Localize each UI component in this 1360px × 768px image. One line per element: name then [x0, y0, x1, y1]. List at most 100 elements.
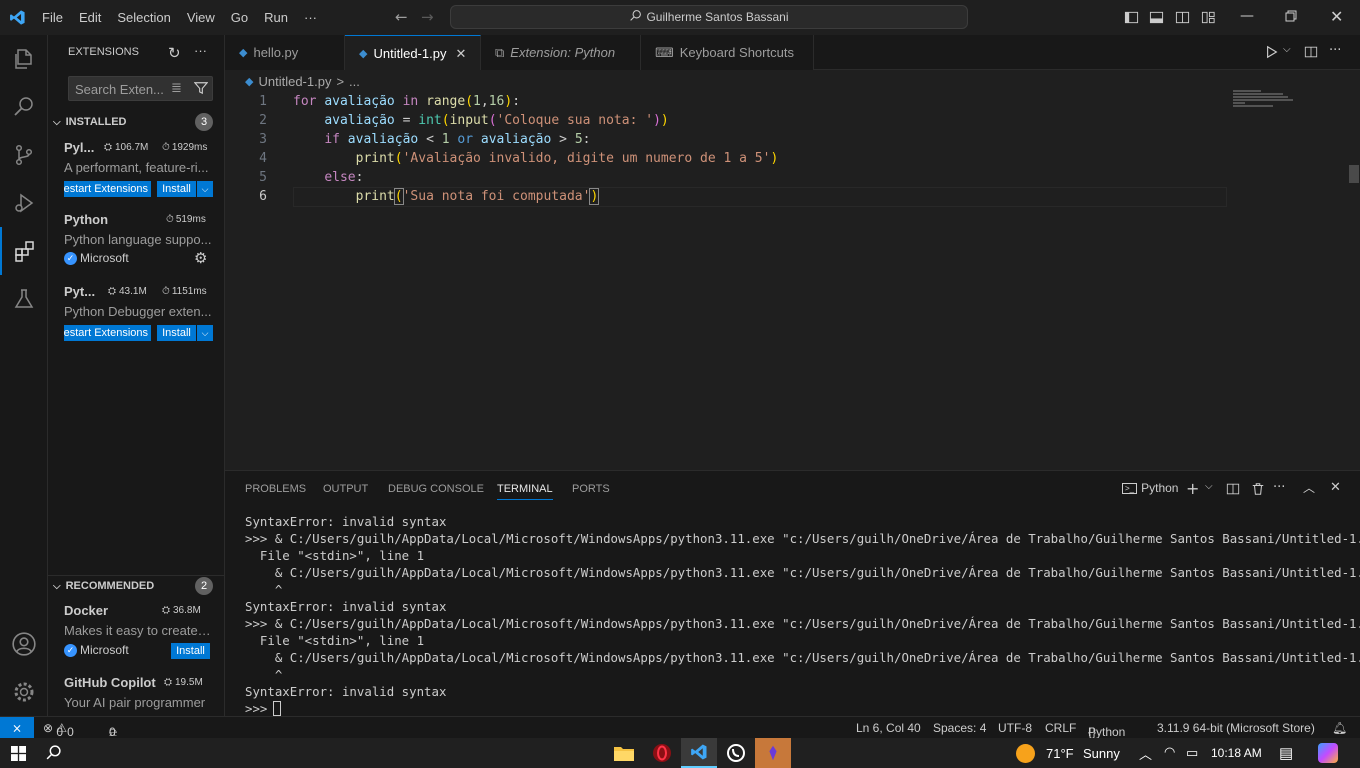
errors-indicator[interactable]: ⊗ 0 ⚠ 0	[43, 721, 74, 739]
install-button[interactable]: Install	[171, 643, 210, 659]
opera-gx-taskbar-icon[interactable]	[645, 738, 679, 768]
forward-arrow-icon[interactable]: →	[421, 8, 434, 26]
extension-search-input[interactable]: Search Exten... ≣	[68, 76, 213, 101]
installed-section-header[interactable]: ⌵ INSTALLED 3	[48, 111, 224, 133]
back-arrow-icon[interactable]: ←	[395, 8, 408, 26]
tab-keyboard-shortcuts[interactable]: ⌨ Keyboard Shortcuts	[641, 35, 814, 70]
vscode-taskbar-icon[interactable]	[681, 738, 717, 768]
run-debug-icon[interactable]	[0, 179, 48, 227]
indentation[interactable]: Spaces: 4	[933, 721, 986, 735]
toggle-panel-icon[interactable]	[1149, 10, 1164, 29]
maximize-panel-chevron-up-icon[interactable]: ︿	[1303, 479, 1315, 496]
wifi-icon[interactable]: ◠	[1164, 744, 1175, 760]
end-of-line[interactable]: CRLF	[1045, 721, 1076, 735]
minimap[interactable]	[1233, 90, 1303, 107]
tab-extension-python[interactable]: ⧉ Extension: Python	[481, 35, 641, 70]
search-view-icon[interactable]	[0, 83, 48, 131]
copilot-icon[interactable]	[1318, 743, 1338, 763]
install-button[interactable]: Install	[157, 325, 196, 341]
terminal-line: SyntaxError: invalid syntax	[245, 684, 447, 699]
recommended-section-header[interactable]: ⌵ RECOMMENDED 2	[48, 575, 224, 597]
clear-filter-icon[interactable]: ≣	[171, 80, 182, 96]
customize-layout-icon[interactable]	[1201, 10, 1216, 29]
extensions-view-icon[interactable]	[0, 227, 48, 275]
windows-start-icon[interactable]	[11, 746, 26, 764]
breadcrumb-file[interactable]: Untitled-1.py	[258, 74, 331, 89]
split-editor-icon[interactable]	[1304, 45, 1318, 63]
split-terminal-icon[interactable]	[1226, 482, 1240, 500]
manage-gear-icon[interactable]: ⚙	[194, 249, 207, 267]
python-interpreter[interactable]: 3.11.9 64-bit (Microsoft Store)	[1157, 721, 1315, 735]
close-tab-icon[interactable]: ✕	[455, 46, 466, 62]
breadcrumb-symbol[interactable]: ...	[349, 74, 360, 89]
panel-tab-ports[interactable]: PORTS	[572, 483, 610, 495]
more-actions-icon[interactable]: ···	[194, 43, 207, 58]
extension-item-docker[interactable]: Docker ⛭ 36.8M Makes it easy to create, .…	[48, 603, 224, 663]
install-button[interactable]: Install	[157, 181, 196, 197]
menu-edit[interactable]: Edit	[71, 10, 109, 25]
testing-flask-icon[interactable]	[0, 275, 48, 323]
whatsapp-taskbar-icon[interactable]	[719, 738, 753, 768]
run-python-file-icon[interactable]	[1265, 45, 1279, 63]
weather-sun-icon[interactable]	[1016, 744, 1035, 763]
minimize-icon[interactable]: —	[1240, 8, 1254, 24]
explorer-icon[interactable]	[0, 35, 48, 83]
app-taskbar-icon[interactable]	[755, 738, 791, 768]
encoding[interactable]: UTF-8	[998, 721, 1032, 735]
restore-icon[interactable]	[1285, 10, 1297, 26]
notifications-icon[interactable]: ▤	[1279, 744, 1293, 762]
tab-hello-py[interactable]: ◆ hello.py	[225, 35, 345, 70]
weather-temperature[interactable]: 71°F	[1046, 746, 1074, 761]
close-panel-icon[interactable]: ✕	[1330, 480, 1341, 495]
terminal-icon: >_	[1122, 482, 1138, 494]
weather-condition[interactable]: Sunny	[1083, 746, 1120, 761]
install-dropdown-chevron-icon[interactable]: ⌵	[197, 325, 213, 341]
terminal-dropdown-chevron-icon[interactable]: ⌵	[1205, 481, 1213, 492]
account-icon[interactable]	[0, 620, 48, 668]
panel-tab-output[interactable]: OUTPUT	[323, 483, 368, 495]
tray-chevron-up-icon[interactable]: ︿	[1139, 744, 1152, 763]
refresh-icon[interactable]: ↻	[168, 44, 181, 62]
clock-time[interactable]: 10:18 AM	[1211, 746, 1262, 760]
command-center-search[interactable]: Guilherme Santos Bassani	[450, 5, 968, 29]
restart-extensions-button[interactable]: estart Extensions	[64, 325, 151, 341]
manage-gear-icon[interactable]	[0, 668, 48, 716]
editor-more-actions-icon[interactable]: ···	[1329, 43, 1341, 58]
extension-item-pylance[interactable]: Pyl... ⛭ 106.7M ⏱ 1929ms A performant, fea…	[48, 140, 224, 200]
terminal-selector[interactable]: >_ Python	[1122, 481, 1178, 495]
extension-item-python[interactable]: Python ⏱ 519ms Python language suppo... ✓…	[48, 212, 224, 272]
terminal-prompt[interactable]: >>>	[245, 700, 275, 717]
tab-untitled-1[interactable]: ◆ Untitled-1.py ✕	[345, 35, 481, 71]
notifications-bell-icon[interactable]: 🔔︎	[1332, 721, 1347, 735]
menu-view[interactable]: View	[179, 10, 223, 25]
panel-tab-debug-console[interactable]: DEBUG CONSOLE	[388, 483, 484, 495]
menu-run[interactable]: Run	[256, 10, 296, 25]
extension-item-github-copilot[interactable]: GitHub Copilot ⛭ 19.5M Your AI pair progr…	[48, 675, 224, 716]
close-window-icon[interactable]: ✕	[1330, 7, 1343, 26]
panel-tab-problems[interactable]: PROBLEMS	[245, 483, 306, 495]
new-terminal-plus-icon[interactable]: +	[1186, 479, 1199, 498]
menu-selection[interactable]: Selection	[109, 10, 178, 25]
install-dropdown-chevron-icon[interactable]: ⌵	[197, 181, 213, 197]
file-explorer-taskbar-icon[interactable]	[607, 738, 641, 768]
panel-tab-terminal[interactable]: TERMINAL	[497, 483, 553, 500]
toggle-sidebar-icon[interactable]	[1124, 10, 1139, 29]
panel-more-actions-icon[interactable]: ···	[1273, 480, 1285, 495]
code-editor[interactable]: ◆ Untitled-1.py > ... 1 2 3 4 5 6 for av…	[225, 70, 1360, 470]
source-control-icon[interactable]	[0, 131, 48, 179]
menu-file[interactable]: File	[34, 10, 71, 25]
menu-more-icon[interactable]: ···	[296, 10, 325, 25]
display-icon[interactable]: ▭	[1186, 745, 1198, 761]
extension-item-python-debugger[interactable]: Pyt... ⛭ 43.1M ⏱ 1151ms Python Debugger ex…	[48, 284, 224, 344]
restart-extensions-button[interactable]: estart Extensions	[64, 181, 151, 197]
filter-icon[interactable]	[193, 81, 209, 98]
taskbar-search-icon[interactable]	[45, 744, 62, 764]
remote-indicator-icon[interactable]: ⨯	[0, 717, 34, 738]
editor-scrollbar-thumb[interactable]	[1349, 165, 1359, 183]
menu-go[interactable]: Go	[223, 10, 256, 25]
kill-terminal-trash-icon[interactable]	[1251, 482, 1265, 500]
cursor-position[interactable]: Ln 6, Col 40	[856, 721, 921, 735]
run-dropdown-chevron-icon[interactable]: ⌵	[1283, 44, 1291, 55]
bottom-panel: PROBLEMS OUTPUT DEBUG CONSOLE TERMINAL P…	[225, 470, 1360, 716]
toggle-secondary-sidebar-icon[interactable]	[1175, 10, 1190, 29]
